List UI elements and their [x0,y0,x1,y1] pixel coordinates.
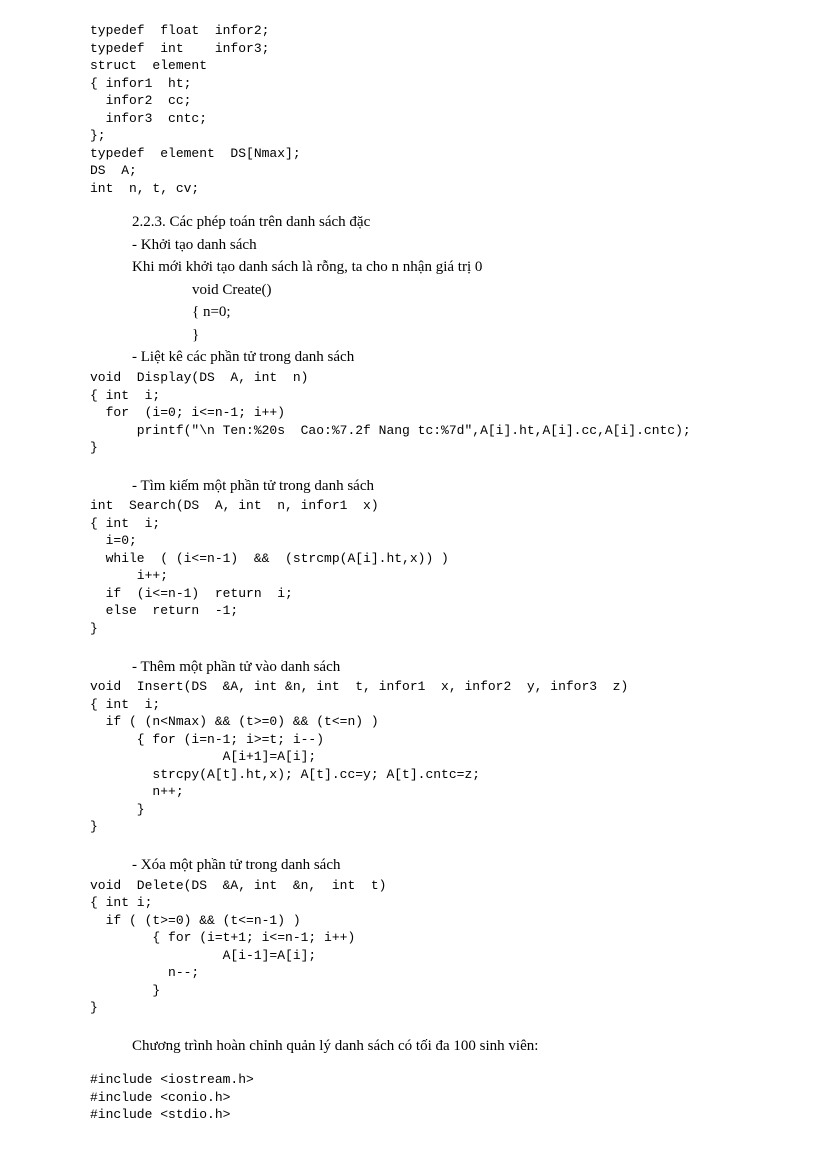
code-typedefs: typedef float infor2; typedef int infor3… [90,22,726,197]
code-create-line3: } [90,324,726,347]
heading-xoa: - Xóa một phần tử trong danh sách [90,854,726,877]
code-includes: #include <iostream.h> #include <conio.h>… [90,1071,726,1124]
program-title: Chương trình hoàn chỉnh quản lý danh sác… [90,1035,726,1058]
heading-khoi-tao: - Khởi tạo danh sách [90,234,726,257]
spacer [90,836,726,850]
text-khoi-tao-desc: Khi mới khởi tạo danh sách là rỗng, ta c… [90,256,726,279]
code-delete: void Delete(DS &A, int &n, int t) { int … [90,877,726,1017]
heading-tim-kiem: - Tìm kiếm một phần tử trong danh sách [90,475,726,498]
heading-them: - Thêm một phần tử vào danh sách [90,656,726,679]
heading-liet-ke: - Liệt kê các phần tử trong danh sách [90,346,726,369]
code-display: void Display(DS A, int n) { int i; for (… [90,369,726,457]
spacer [90,1057,726,1071]
document-page: typedef float infor2; typedef int infor3… [0,0,816,1164]
spacer [90,1017,726,1031]
code-search: int Search(DS A, int n, infor1 x) { int … [90,497,726,637]
section-heading-223: 2.2.3. Các phép toán trên danh sách đặc [90,211,726,234]
code-insert: void Insert(DS &A, int &n, int t, infor1… [90,678,726,836]
spacer [90,457,726,471]
spacer [90,638,726,652]
code-create-line1: void Create() [90,279,726,302]
code-create-line2: { n=0; [90,301,726,324]
spacer [90,197,726,211]
